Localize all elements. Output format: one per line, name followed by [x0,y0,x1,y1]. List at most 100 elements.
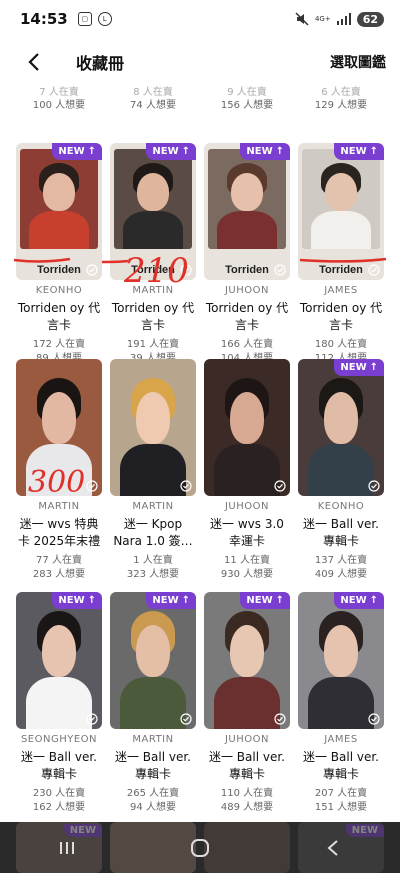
stat-wanting: 151 人想要 [314,802,368,813]
check-circle-icon[interactable] [180,480,192,492]
card-thumbnail[interactable]: Torriden NEW ↑ [204,143,290,280]
arrow-up-icon: ↑ [369,595,378,606]
person-face [43,173,75,211]
check-circle-icon[interactable] [86,480,98,492]
card-thumbnail[interactable]: NEW ↑ [16,592,102,729]
stat-selling: 110 人在賣 [220,788,274,799]
card-title-line2: 專輯卡 [322,534,359,548]
collection-card[interactable]: Torriden NEW ↑ JUHOON Torriden oy 代言卡 166 人在賣… [204,143,290,364]
card-title-line1: Torriden oy 代 [205,301,289,315]
person-face [229,624,265,677]
check-circle-icon[interactable] [368,713,380,725]
polaroid-photo [302,149,380,249]
new-badge-label: NEW [340,362,367,373]
recent-apps-icon[interactable] [37,828,97,868]
person-body [120,676,186,729]
card-thumbnail[interactable]: Torriden NEW ↑ [16,143,102,280]
card-thumbnail[interactable]: NEW ↑ [298,592,384,729]
partial-cell: 7 人在賣 100 人想要 [16,86,102,112]
stat-selling: 8 人在賣 [133,87,173,98]
nav-back-icon[interactable] [303,828,363,868]
mute-icon [295,12,309,26]
check-circle-icon[interactable] [180,713,192,725]
person-body [214,676,280,729]
collection-card[interactable]: MARTIN 迷一 wvs 特典卡 2025年末禮 77 人在賣 283 人想要 [16,359,102,580]
partial-row: 7 人在賣 100 人想要 8 人在賣 74 人想要 9 人在賣 156 人想要… [0,86,400,114]
stat-wanting: 409 人想要 [314,569,368,580]
new-badge: NEW ↑ [146,592,196,609]
card-thumbnail[interactable] [204,359,290,496]
card-thumbnail[interactable]: NEW ↑ [204,592,290,729]
collection-card[interactable]: NEW ↑ SEONGHYEON 迷一 Ball ver. 專輯卡 230 人在賣 162 … [16,592,102,813]
check-circle-icon[interactable] [86,713,98,725]
card-title-line2: 言卡 [140,318,165,332]
person-face [323,624,359,677]
stat-selling: 265 人在賣 [126,788,180,799]
collection-card[interactable]: JUHOON 迷一 wvs 3.0 幸運卡 11 人在賣 930 人想要 [204,359,290,580]
collection-card[interactable]: Torriden NEW ↑ MARTIN Torriden oy 代言卡 191 人在賣… [110,143,196,364]
check-circle-icon[interactable] [368,264,380,276]
collection-card[interactable]: NEW ↑ JUHOON 迷一 Ball ver. 專輯卡 110 人在賣 489 人想要 [204,592,290,813]
person-face [323,391,359,444]
stat-selling: 137 人在賣 [314,555,368,566]
card-thumbnail[interactable]: NEW ↑ [110,592,196,729]
collection-card[interactable]: TorridenNEW↑JAMESTorriden oy 代言卡180 人在賣1… [298,143,384,364]
stat-selling: 9 人在賣 [227,87,267,98]
card-title-line1: Torriden oy 代 [111,301,195,315]
check-circle-icon[interactable] [274,713,286,725]
stat-selling: 11 人在賣 [224,555,270,566]
person-body [120,443,186,496]
card-title-line1: 迷一 Kpop [123,517,183,531]
network-label: 4G+ [314,14,331,23]
arrow-up-icon: ↑ [87,595,96,606]
person-body [308,443,374,496]
person-face [135,391,171,444]
chevron-left-icon[interactable] [12,40,56,84]
card-thumbnail[interactable]: Torriden NEW ↑ [298,143,384,280]
card-title-line2: 卡 2025年末禮 [17,534,101,548]
card-title-line1: Torriden oy 代 [17,301,101,315]
check-circle-icon[interactable] [86,264,98,276]
bottom-area: NEW NEW [0,822,400,873]
status-right: 4G+ 62 [295,11,384,27]
card-thumbnail[interactable] [16,359,102,496]
stat-selling: 1 人在賣 [133,555,173,566]
polaroid-photo [20,149,98,249]
signal-icon [336,13,351,25]
new-badge-label: NEW [340,146,367,157]
card-thumbnail[interactable] [110,359,196,496]
stat-selling: 77 人在賣 [36,555,82,566]
arrow-up-icon: ↑ [181,595,190,606]
check-circle-icon[interactable] [368,480,380,492]
stat-wanting: 156 人想要 [220,100,274,111]
partial-cell: 6 人在賣 129 人想要 [298,86,384,112]
member-name: JUHOON [224,501,269,512]
card-title-line2: 專輯卡 [134,767,171,781]
member-name: KEONHO [35,285,83,296]
member-name: JUHOON [224,285,269,296]
collection-card[interactable]: MARTIN 迷一 Kpop Nara 1.0 簽… 1 人在賣 323 人想要 [110,359,196,580]
card-thumbnail[interactable]: NEW ↑ [298,359,384,496]
system-nav-bar [0,822,400,873]
card-title-line1: 迷一 Ball ver. [208,750,285,764]
card-thumbnail[interactable]: Torriden NEW ↑ [110,143,196,280]
stat-wanting: 129 人想要 [314,100,368,111]
collection-card[interactable]: NEW ↑ MARTIN 迷一 Ball ver. 專輯卡 265 人在賣 94 人想要 [110,592,196,813]
select-cards-button[interactable]: 選取圖鑑 [330,52,386,72]
battery-badge: 62 [356,11,384,27]
new-badge-label: NEW [58,595,85,606]
card-title-line2: 言卡 [46,318,71,332]
card-title-line2: 專輯卡 [322,767,359,781]
collection-card[interactable]: NEW ↑ JAMES 迷一 Ball ver. 專輯卡 207 人在賣 151 人想要 [298,592,384,813]
collection-card[interactable]: NEW ↑ KEONHO 迷一 Ball ver. 專輯卡 137 人在賣 409 人想要 [298,359,384,580]
new-badge: NEW ↑ [52,143,102,160]
status-time: 14:53 [20,10,68,28]
stat-wanting: 74 人想要 [130,100,176,111]
arrow-up-icon: ↑ [275,595,284,606]
check-circle-icon[interactable] [180,264,192,276]
check-circle-icon[interactable] [274,480,286,492]
home-icon[interactable] [170,828,230,868]
check-circle-icon[interactable] [274,264,286,276]
collection-card[interactable]: Torriden NEW ↑ KEONHO Torriden oy 代言卡 172 人在賣… [16,143,102,364]
stat-selling: 180 人在賣 [314,339,368,350]
